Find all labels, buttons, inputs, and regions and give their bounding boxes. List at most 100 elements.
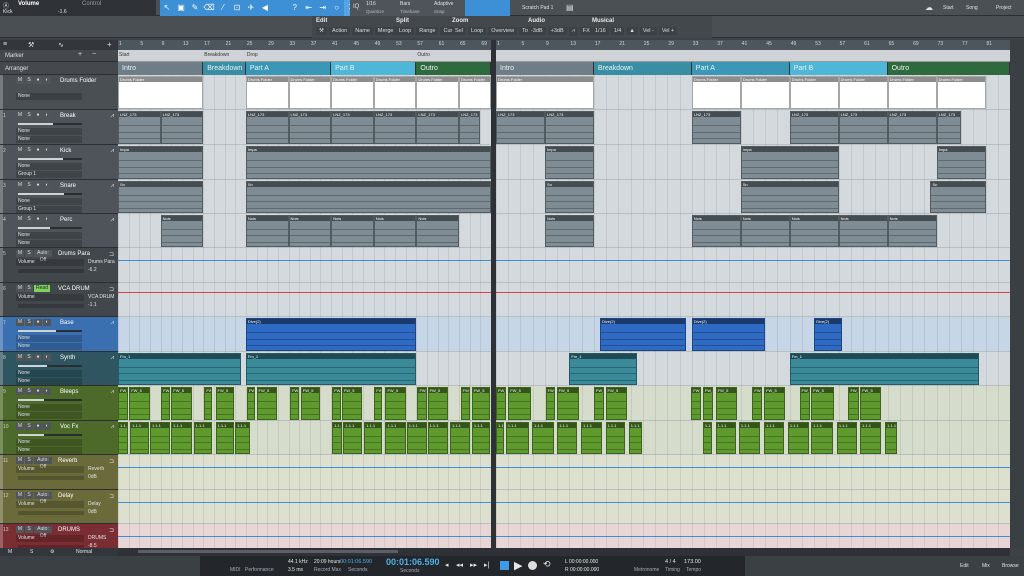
automation-param-select[interactable]: Volume <box>16 501 84 508</box>
eraser-tool-icon[interactable]: ⌫ <box>202 0 216 16</box>
track-header-snare[interactable]: 3MS●◐Snare⩘NoneGroup 1 <box>0 180 118 214</box>
group-select[interactable]: None <box>16 447 82 454</box>
clip[interactable]: FW_5 <box>691 387 701 420</box>
tempo-track-icon[interactable]: ▤ <box>566 3 574 12</box>
input-select[interactable]: None <box>16 335 82 342</box>
list-icon[interactable]: ≡ <box>3 41 7 48</box>
track-name[interactable]: Perc <box>60 217 72 223</box>
mute-button[interactable]: M <box>16 492 24 499</box>
clip[interactable]: Impa <box>937 146 986 179</box>
track-name[interactable]: Base <box>60 320 74 326</box>
clip[interactable]: 1.1.1 <box>885 422 897 454</box>
clip[interactable]: Nois <box>741 215 790 247</box>
clip[interactable]: 1.1.1 <box>235 422 249 454</box>
folder-event[interactable]: Drums Folder <box>692 76 741 109</box>
marker[interactable]: Start <box>119 52 130 58</box>
folder-event[interactable]: Drums Folder <box>331 76 374 109</box>
track-name[interactable]: Voc Fx <box>60 424 78 430</box>
track-lane[interactable] <box>118 248 491 283</box>
clip[interactable]: 1.1.1 <box>506 422 529 454</box>
volume-slider[interactable] <box>18 476 84 480</box>
arrange-pane-scratch[interactable]: 1591317212529333741454953576165697377818… <box>496 40 1010 548</box>
metronome-label[interactable]: Metronome <box>634 567 659 573</box>
solo-button[interactable]: S <box>25 492 33 499</box>
clip[interactable]: FW_5 <box>606 387 627 420</box>
marker[interactable]: Drop <box>247 52 258 58</box>
clip[interactable]: FW_5 <box>385 387 405 420</box>
group-select[interactable]: None <box>16 136 82 143</box>
volume-fader[interactable] <box>18 158 82 160</box>
vertical-scrollbar[interactable] <box>1010 40 1024 548</box>
time-signature[interactable]: 4 / 4 <box>665 559 676 565</box>
loop-follow-icon[interactable]: ○ <box>330 0 344 16</box>
range-tool-icon[interactable]: ▣ <box>174 0 188 16</box>
arranger-track[interactable]: IntroBreakdownPart APart BOutro <box>118 62 491 75</box>
clip[interactable]: Sn <box>545 181 594 213</box>
folder-event[interactable]: Drums Folder <box>790 76 839 109</box>
solo-button[interactable]: S <box>25 147 33 154</box>
clip[interactable]: 1.1.1 <box>557 422 577 454</box>
automation-line[interactable] <box>118 536 491 537</box>
monitor-button[interactable]: ◐ <box>43 354 51 361</box>
clip[interactable]: 1.1.1 <box>860 422 881 454</box>
clip[interactable]: 1.1.1 <box>450 422 470 454</box>
record-arm-button[interactable]: ● <box>34 354 42 361</box>
solo-button[interactable]: S <box>25 182 33 189</box>
clip[interactable]: 1.1.1 <box>606 422 626 454</box>
clip[interactable]: 1.1.1 <box>472 422 490 454</box>
folder-event[interactable]: Drums Folder <box>459 76 491 109</box>
automation-mode-button[interactable]: Read <box>34 285 50 292</box>
mute-button[interactable]: M <box>16 526 24 533</box>
paint-tool-icon[interactable]: ⁄ <box>216 0 230 16</box>
clip[interactable]: FW_5 <box>472 387 490 420</box>
solo-button[interactable]: S <box>25 319 33 326</box>
toolbar-button[interactable]: Vel + <box>659 27 677 35</box>
group-select[interactable]: Group 1 <box>16 171 82 178</box>
automation-param-select[interactable]: Volume <box>16 466 84 473</box>
clip[interactable]: FW_5 <box>247 387 256 420</box>
clip[interactable]: Nois <box>161 215 204 247</box>
clip[interactable]: FW_5 <box>716 387 737 420</box>
input-select[interactable]: None <box>16 404 82 411</box>
monitor-button[interactable]: ◐ <box>43 319 51 326</box>
waveform-icon[interactable]: ⩘ <box>111 113 114 120</box>
toolbar-button[interactable]: ⩘ <box>569 27 578 36</box>
stop-button[interactable] <box>500 561 509 570</box>
mute-button[interactable]: M <box>16 112 24 119</box>
track-header-vca-drum[interactable]: 6MSReadVCA DRUM⊐VolumeVCA DRUM-1.1 <box>0 283 118 317</box>
waveform-icon[interactable]: ⩘ <box>111 424 114 431</box>
mute-button[interactable]: M <box>16 182 24 189</box>
clip[interactable]: 1.1.1 <box>171 422 191 454</box>
clip[interactable]: LNZ_173 <box>118 111 161 144</box>
volume-fader[interactable] <box>18 193 82 195</box>
clip[interactable]: FW_5 <box>417 387 426 420</box>
cloud-icon[interactable]: ☁ <box>925 3 933 12</box>
listen-tool-icon[interactable]: ◀ <box>258 0 272 16</box>
toolbar-button[interactable]: Loop <box>396 27 414 35</box>
solo-button[interactable]: S <box>25 388 33 395</box>
input-select[interactable]: None <box>16 163 82 170</box>
clip[interactable]: FW_5 <box>594 387 604 420</box>
iq-button[interactable]: IQ <box>353 4 359 10</box>
clip[interactable]: Nois <box>331 215 374 247</box>
clip[interactable]: FW_5 <box>860 387 881 420</box>
folder-event[interactable]: Drums Folder <box>118 76 203 109</box>
clip[interactable]: Nois <box>374 215 417 247</box>
toolbar-button[interactable]: Action <box>329 27 350 35</box>
rewind-icon[interactable]: ◂◂ <box>456 561 463 569</box>
toolbar-button[interactable]: Loop <box>468 27 486 35</box>
timeline-ruler[interactable]: 159131721252933374145495357616569 <box>118 40 491 50</box>
autoscroll-icon[interactable]: ⇤ <box>302 0 316 16</box>
clip[interactable]: Nois <box>289 215 332 247</box>
automation-icon[interactable]: ∿ <box>58 41 64 49</box>
clip[interactable]: Sn <box>741 181 839 213</box>
record-arm-button[interactable]: ● <box>34 388 42 395</box>
waveform-icon[interactable]: ⩘ <box>111 320 114 327</box>
clip[interactable]: LNZ_173 <box>459 111 480 144</box>
view-mode-select[interactable]: Normal <box>76 549 92 555</box>
clip[interactable]: FW_5 <box>216 387 234 420</box>
clip[interactable]: Nois <box>692 215 741 247</box>
input-select[interactable]: None <box>16 439 82 446</box>
record-button[interactable] <box>528 561 537 570</box>
split-tool-icon[interactable]: ⊡ <box>230 0 244 16</box>
